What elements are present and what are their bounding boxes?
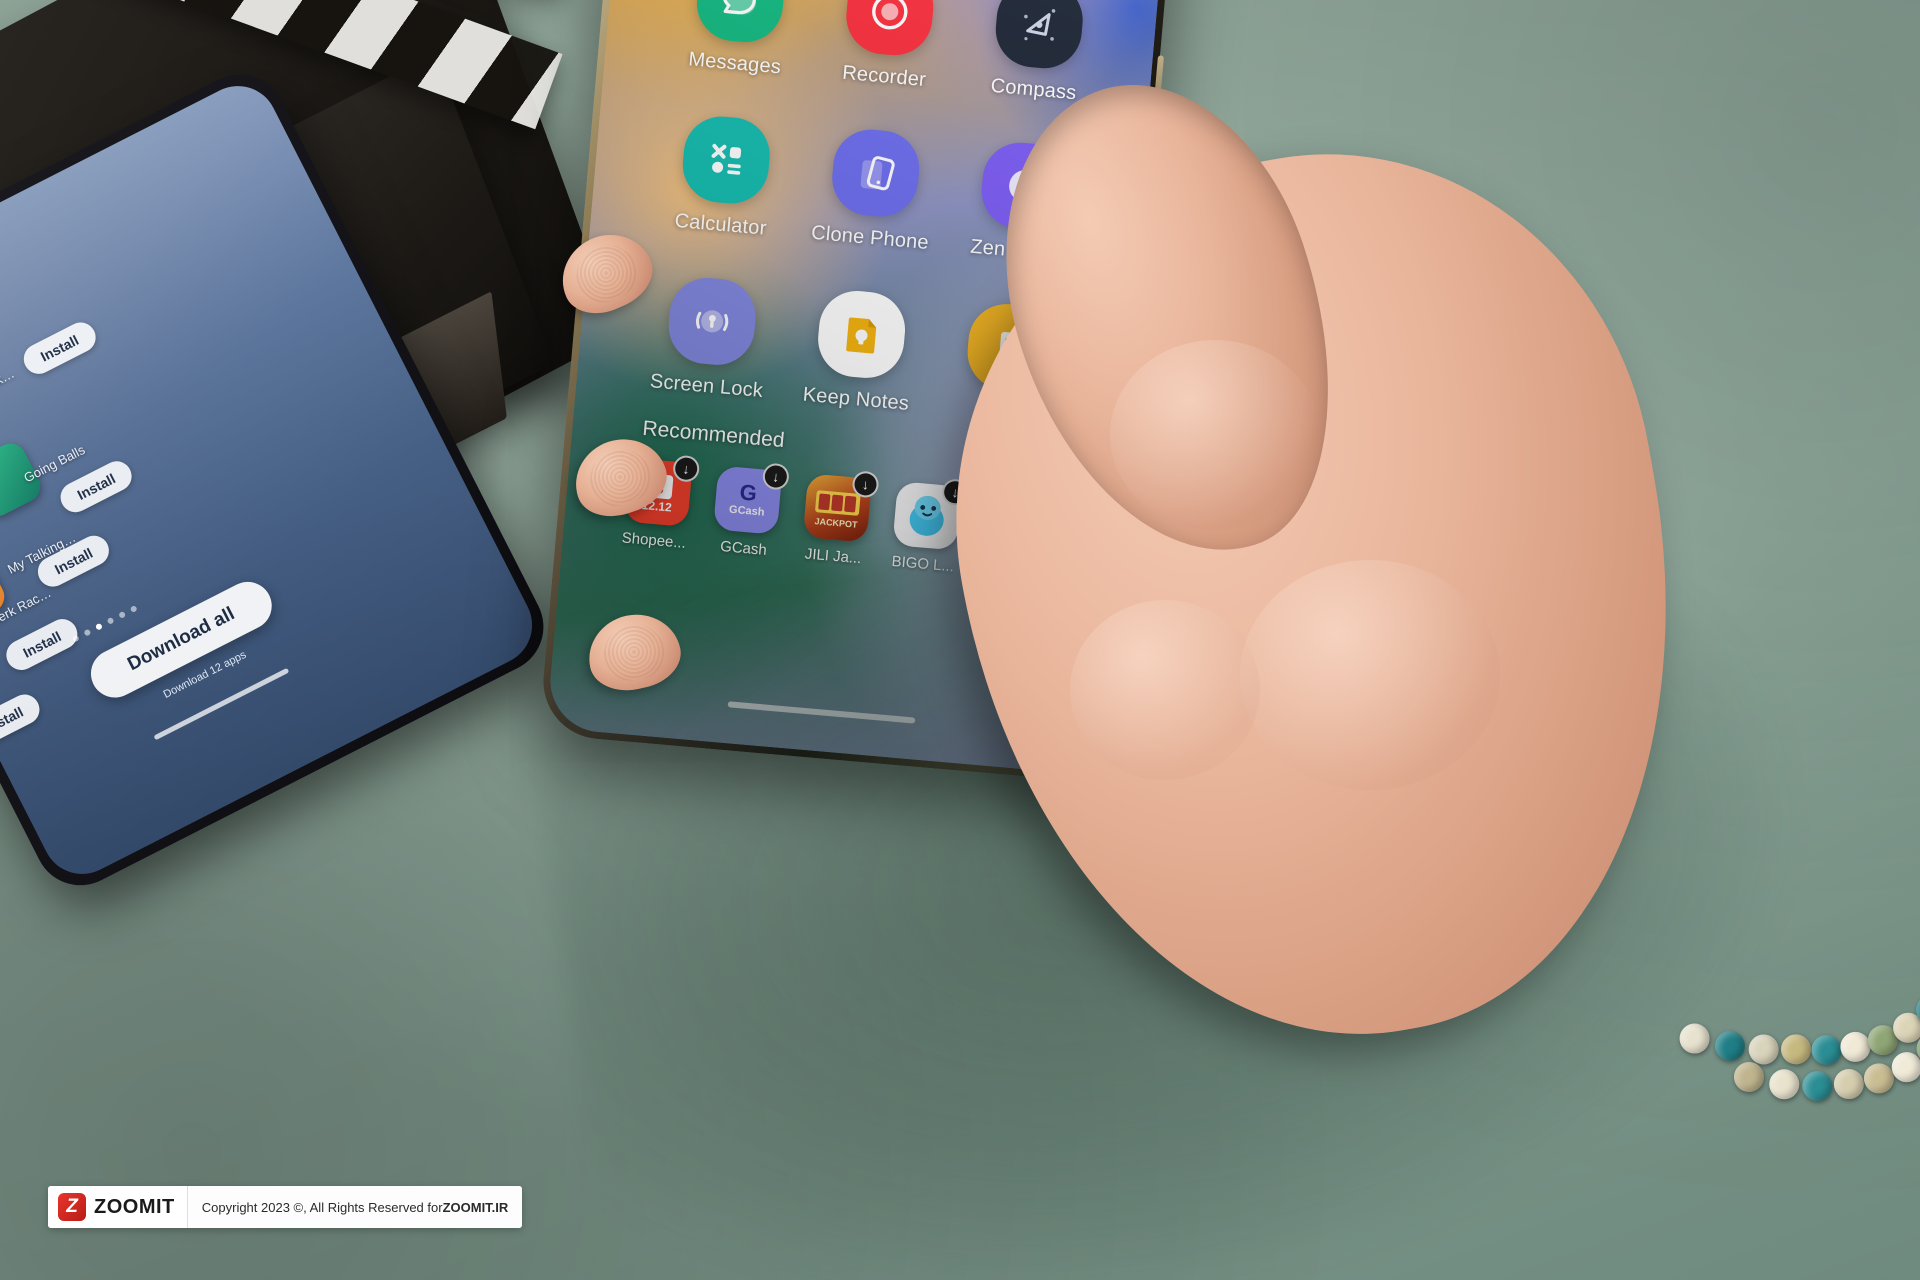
knuckle-highlight [1240,560,1500,790]
beaded-bracelet [1621,799,1920,1201]
hand [548,40,1920,1280]
photo-scene: … Blast Indian Bik… Install Install Goin… [0,0,1920,1280]
watermark-logo: Z ZOOMIT [48,1186,187,1228]
zoomit-watermark: Z ZOOMIT Copyright 2023 ©, All Rights Re… [48,1186,523,1228]
knuckle-highlight [1110,340,1320,530]
messages-icon [693,0,787,46]
zoomit-logo-icon: Z [58,1193,86,1221]
watermark-copyright: Copyright 2023 ©, All Rights Reserved fo… [186,1186,523,1228]
watermark-brand: ZOOMIT [94,1195,175,1218]
copyright-site: ZOOMIT.IR [442,1199,509,1215]
knuckle-highlight [1070,600,1260,780]
copyright-prefix: Copyright 2023 ©, All Rights Reserved fo… [201,1199,443,1215]
